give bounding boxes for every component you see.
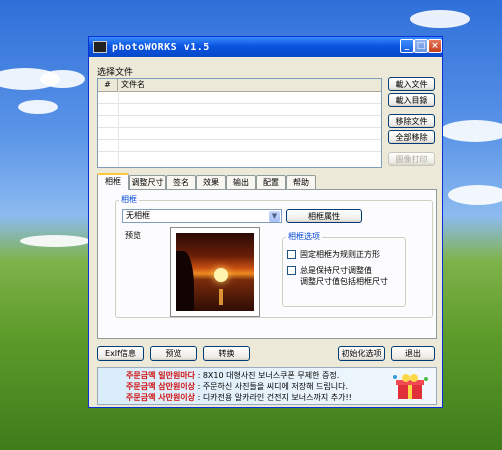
banner-line-3-highlight: 주문금액 사만원이상 [126,393,196,402]
keep-size-label: 总是保持尺寸调整值 调整尺寸值包括相框尺寸 [300,265,388,287]
desktop-cloud [448,185,502,205]
tab-config[interactable]: 配置 [256,175,286,189]
file-list[interactable]: # 文件名 [97,78,382,168]
tab-help[interactable]: 帮助 [286,175,316,189]
row-line [98,103,381,104]
file-list-header: # 文件名 [98,79,381,92]
ad-banner[interactable]: 주문금액 일만원마다 : 8X10 대형사진 보너스쿠폰 무제한 증정. 주문금… [97,367,437,405]
column-filename[interactable]: 文件名 [118,79,381,91]
banner-line-2-highlight: 주문금액 삼만원이상 [126,382,196,391]
island-silhouette [176,251,194,311]
sun-reflection [219,289,223,305]
preview-button[interactable]: 预览 [150,346,197,361]
frame-properties-button[interactable]: 相框属性 [286,209,362,223]
banner-line-2: 주문금액 삼만원이상 : 주문하신 사진들을 씨디에 저장해 드립니다. [126,381,348,392]
window-title: photoWORKS v1.5 [112,41,210,53]
desktop-cloud [18,100,58,114]
remove-file-button[interactable]: 移除文件 [388,114,435,128]
keep-size-line2: 调整尺寸值包括相框尺寸 [300,277,388,286]
photoworks-window: photoWORKS v1.5 _ □ × 选择文件 # 文件名 載入文件 載入… [88,36,443,408]
frame-select[interactable]: 无相框 ▼ [122,209,282,223]
app-icon [93,41,107,53]
maximize-icon[interactable]: □ [414,39,428,53]
preview-label: 预览 [125,231,141,240]
minimize-icon[interactable]: _ [400,39,414,53]
banner-line-3: 주문금액 사만원이상 : 디카전용 알카라인 건전지 보너스까지 추가!! [126,392,352,403]
convert-button[interactable]: 转换 [203,346,250,361]
desktop-cloud [440,120,502,142]
desktop-cloud [40,70,85,88]
exif-info-button[interactable]: ExIf信息 [97,346,144,361]
keep-size-checkbox[interactable]: 总是保持尺寸调整值 调整尺寸值包括相框尺寸 [287,265,388,287]
exit-button[interactable]: 退出 [391,346,435,361]
sunset-preview-image [176,233,254,311]
select-files-label: 选择文件 [97,68,134,78]
row-line [98,127,381,128]
column-number[interactable]: # [98,79,118,91]
tab-resize[interactable]: 调整尺寸 [129,175,166,189]
banner-line-3-text: : 디카전용 알카라인 건전지 보너스까지 추가!! [195,393,352,402]
title-bar[interactable]: photoWORKS v1.5 _ □ × [89,37,442,57]
checkbox-box[interactable] [287,250,296,259]
square-frame-checkbox[interactable]: 固定相框为规则正方形 [287,249,380,260]
frame-preview [170,227,260,317]
tab-output[interactable]: 输出 [226,175,256,189]
banner-line-2-text: : 주문하신 사진들을 씨디에 저장해 드립니다. [195,382,349,391]
banner-line-1-highlight: 주문금액 일만원마다 [126,371,196,380]
row-line [98,115,381,116]
tab-frame[interactable]: 相框 [97,173,129,190]
row-line [98,139,381,140]
gift-box-icon [393,374,428,399]
banner-line-1: 주문금액 일만원마다 : 8X10 대형사진 보너스쿠폰 무제한 증정. [126,370,339,381]
frame-select-value: 无相框 [126,211,150,220]
reset-options-button[interactable]: 初始化选项 [338,346,385,361]
close-icon[interactable]: × [428,39,442,53]
tab-effects[interactable]: 效果 [196,175,226,189]
checkbox-box[interactable] [287,266,296,275]
sun [214,268,228,282]
desktop-cloud [20,235,90,247]
remove-all-button[interactable]: 全部移除 [388,130,435,144]
add-directory-button[interactable]: 載入目錄 [388,93,435,107]
desktop-cloud [410,10,470,28]
banner-line-1-text: : 8X10 대형사진 보너스쿠폰 무제한 증정. [195,371,340,380]
frame-group-label: 相框 [119,194,139,205]
frame-options-label: 相框选项 [286,231,322,242]
row-line [98,151,381,152]
add-file-button[interactable]: 載入文件 [388,77,435,91]
tab-signature[interactable]: 签名 [166,175,196,189]
square-frame-label: 固定相框为规则正方形 [300,250,380,259]
chevron-down-icon[interactable]: ▼ [269,211,280,222]
keep-size-line1: 总是保持尺寸调整值 [300,266,372,275]
print-button[interactable]: 圖像打印 [388,152,435,166]
